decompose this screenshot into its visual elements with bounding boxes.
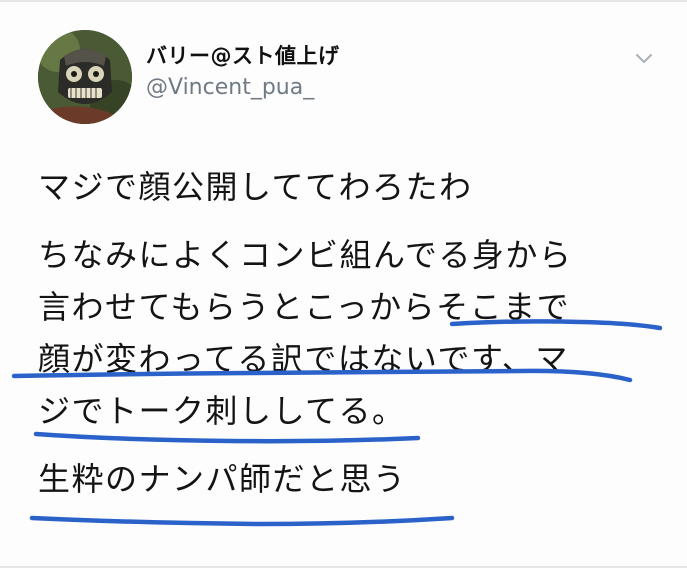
avatar[interactable]	[38, 30, 132, 124]
tweet-text-line: ちなみによくコンビ組んでる身から	[38, 236, 573, 274]
user-handle[interactable]: @Vincent_pua_	[146, 75, 314, 100]
tweet-text-line: 言わせてもらうとこっからそこまで	[38, 288, 571, 326]
avatar-image	[38, 30, 132, 124]
underline-stroke	[33, 431, 421, 444]
chevron-down-icon[interactable]	[630, 44, 658, 72]
tweet-text-line: 顔が変わってる訳ではないです、マ	[38, 340, 569, 378]
tweet-card: バリー@スト値上げ @Vincent_pua_ マジで顔公開しててわろたわ ちな…	[0, 0, 687, 568]
tweet-text-line: 生粋のナンパ師だと思う	[38, 460, 407, 498]
tweet-text-line: ジでトーク刺ししてる。	[38, 392, 406, 430]
display-name[interactable]: バリー@スト値上げ	[146, 40, 340, 70]
underline-stroke	[29, 515, 455, 527]
tweet-text-line: マジで顔公開しててわろたわ	[38, 168, 473, 206]
